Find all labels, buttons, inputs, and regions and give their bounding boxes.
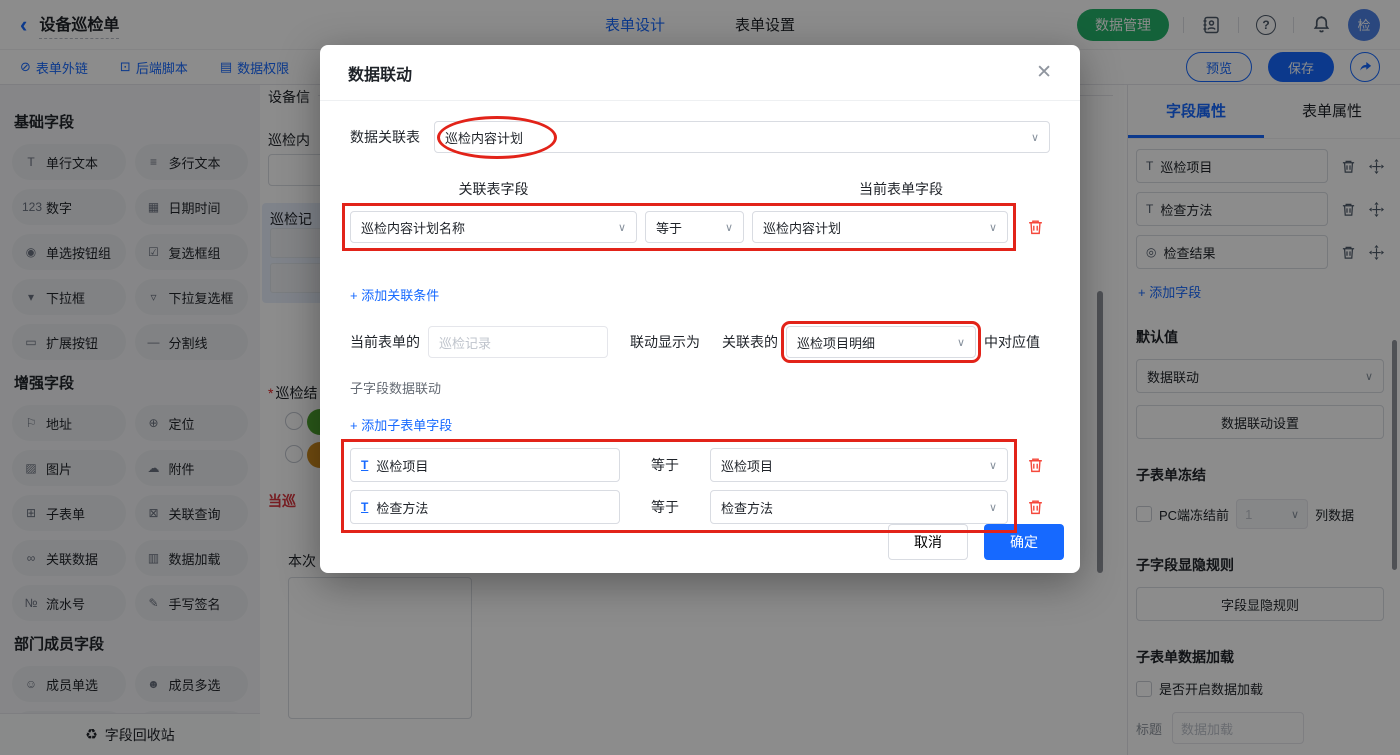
sub-field-value-select[interactable]: 检查方法 ∨ (710, 490, 1008, 524)
relation-of-label: 关联表的 (722, 332, 778, 352)
display-field-select[interactable]: 巡检项目明细 ∨ (786, 326, 976, 358)
chevron-down-icon: ∨ (1031, 131, 1039, 144)
sub-field-linkage-label: 子字段数据联动 (350, 378, 1050, 397)
current-form-field-input[interactable] (428, 326, 608, 358)
relation-field-value: 巡检内容计划名称 (361, 218, 465, 237)
relation-table-value: 巡检内容计划 (445, 128, 523, 147)
current-field-value: 巡检内容计划 (763, 218, 841, 237)
relation-field-select[interactable]: 巡检内容计划名称 ∨ (350, 211, 637, 243)
sub-field-box[interactable]: T 检查方法 (350, 490, 620, 524)
suffix-label: 中对应值 (984, 332, 1040, 352)
cancel-button[interactable]: 取消 (888, 524, 968, 560)
relation-table-label: 数据关联表 (350, 127, 420, 147)
display-field-value: 巡检项目明细 (797, 333, 875, 352)
condition-row-annotated: 巡检内容计划名称 ∨ 等于 ∨ 巡检内容计划 ∨ (350, 211, 1008, 243)
chevron-down-icon: ∨ (725, 221, 733, 234)
confirm-button[interactable]: 确定 (984, 524, 1064, 560)
chevron-down-icon: ∨ (989, 221, 997, 234)
sub-operator-label: 等于 (630, 497, 700, 517)
delete-condition-icon[interactable] (1027, 219, 1044, 236)
relation-table-select[interactable]: 巡检内容计划 ∨ (434, 121, 1050, 153)
column-header-relation-field: 关联表字段 (350, 179, 637, 199)
sub-operator-label: 等于 (630, 455, 700, 475)
operator-value: 等于 (656, 218, 682, 237)
text-field-icon: T (361, 500, 368, 514)
current-field-select[interactable]: 巡检内容计划 ∨ (752, 211, 1008, 243)
sub-field-rows-annotated: T 巡检项目 等于 巡检项目 ∨ T 检查方法 (350, 448, 1008, 524)
column-header-current-field: 当前表单字段 (752, 179, 1050, 199)
current-form-label: 当前表单的 (350, 332, 420, 352)
data-linkage-modal: 数据联动 ✕ 数据关联表 巡检内容计划 ∨ 关联表字段 当前表单字段 巡检内容计… (320, 45, 1080, 573)
delete-sub-field-icon[interactable] (1027, 457, 1044, 474)
chevron-down-icon: ∨ (989, 459, 997, 472)
chevron-down-icon: ∨ (989, 501, 997, 514)
display-as-label: 联动显示为 (630, 332, 700, 352)
chevron-down-icon: ∨ (957, 336, 965, 349)
close-icon[interactable]: ✕ (1036, 61, 1052, 84)
delete-sub-field-icon[interactable] (1027, 499, 1044, 516)
text-field-icon: T (361, 458, 368, 472)
sub-field-value: 检查方法 (721, 498, 773, 517)
sub-field-name: 巡检项目 (376, 456, 428, 475)
sub-field-row: T 检查方法 等于 检查方法 ∨ (350, 490, 1008, 524)
sub-field-value-select[interactable]: 巡检项目 ∨ (710, 448, 1008, 482)
operator-select[interactable]: 等于 ∨ (645, 211, 744, 243)
add-condition-link[interactable]: + 添加关联条件 (350, 285, 439, 304)
chevron-down-icon: ∨ (618, 221, 626, 234)
sub-field-row: T 巡检项目 等于 巡检项目 ∨ (350, 448, 1008, 482)
sub-field-name: 检查方法 (376, 498, 428, 517)
modal-title: 数据联动 (348, 61, 412, 85)
sub-field-box[interactable]: T 巡检项目 (350, 448, 620, 482)
sub-field-value: 巡检项目 (721, 456, 773, 475)
add-sub-field-link[interactable]: + 添加子表单字段 (350, 415, 452, 434)
